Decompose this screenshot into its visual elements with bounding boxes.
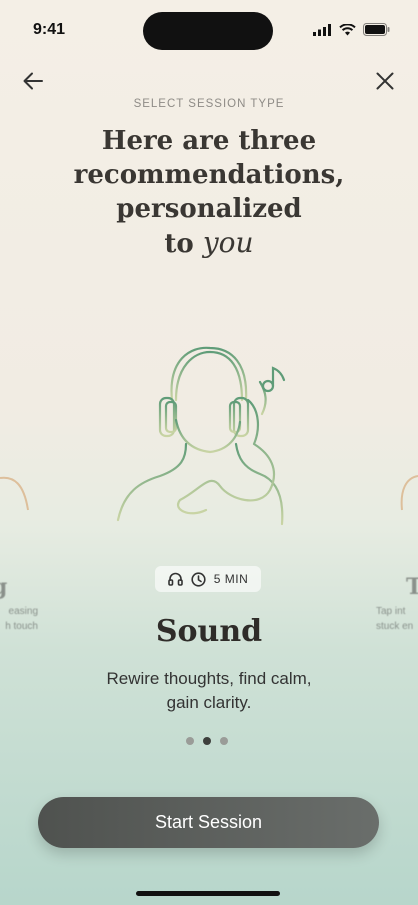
home-indicator[interactable] bbox=[136, 891, 280, 896]
pagination-dot-1[interactable] bbox=[186, 737, 194, 745]
pagination-dot-2[interactable] bbox=[203, 737, 211, 745]
headline-line-1: Here are three bbox=[101, 126, 317, 156]
ghost-card-right-title: T bbox=[406, 574, 418, 600]
status-icons bbox=[313, 23, 390, 36]
ghost-left-illustration bbox=[0, 476, 29, 511]
description-line-2: gain clarity. bbox=[166, 693, 252, 712]
session-meta-badge: 5 MIN bbox=[155, 566, 261, 592]
headline-line-3: personalized bbox=[116, 194, 302, 224]
pagination-dot-3[interactable] bbox=[220, 737, 228, 745]
duration-label: 5 MIN bbox=[213, 572, 249, 586]
headline-to: to bbox=[164, 229, 194, 259]
start-session-button[interactable]: Start Session bbox=[38, 797, 379, 848]
back-button[interactable] bbox=[19, 67, 47, 95]
session-title: Sound bbox=[155, 614, 263, 649]
description-line-1: Rewire thoughts, find calm, bbox=[106, 669, 312, 688]
signal-icon bbox=[313, 23, 331, 36]
close-button[interactable] bbox=[371, 67, 399, 95]
ghost-right-illustration bbox=[400, 475, 418, 511]
battery-icon bbox=[363, 23, 390, 36]
headline-line-2: recommendations, bbox=[73, 160, 345, 190]
clock-icon bbox=[191, 571, 206, 587]
status-time: 9:41 bbox=[33, 21, 66, 38]
carousel-pagination bbox=[186, 737, 228, 745]
music-note-icon bbox=[261, 366, 286, 393]
ghost-card-left-title: g bbox=[0, 574, 7, 600]
wifi-icon bbox=[339, 23, 356, 35]
arrow-left-icon bbox=[23, 72, 43, 90]
headline-script-you: you bbox=[202, 226, 254, 259]
session-description: Rewire thoughts, find calm, gain clarity… bbox=[80, 667, 338, 715]
close-icon bbox=[376, 72, 394, 90]
headphones-icon bbox=[167, 572, 183, 586]
section-eyebrow: SELECT SESSION TYPE bbox=[133, 98, 285, 110]
headline-line-4: to you bbox=[60, 226, 358, 261]
dynamic-island bbox=[143, 12, 273, 50]
headphones-person-illustration bbox=[116, 346, 286, 526]
page-title: Here are three recommendations, personal… bbox=[60, 124, 358, 261]
